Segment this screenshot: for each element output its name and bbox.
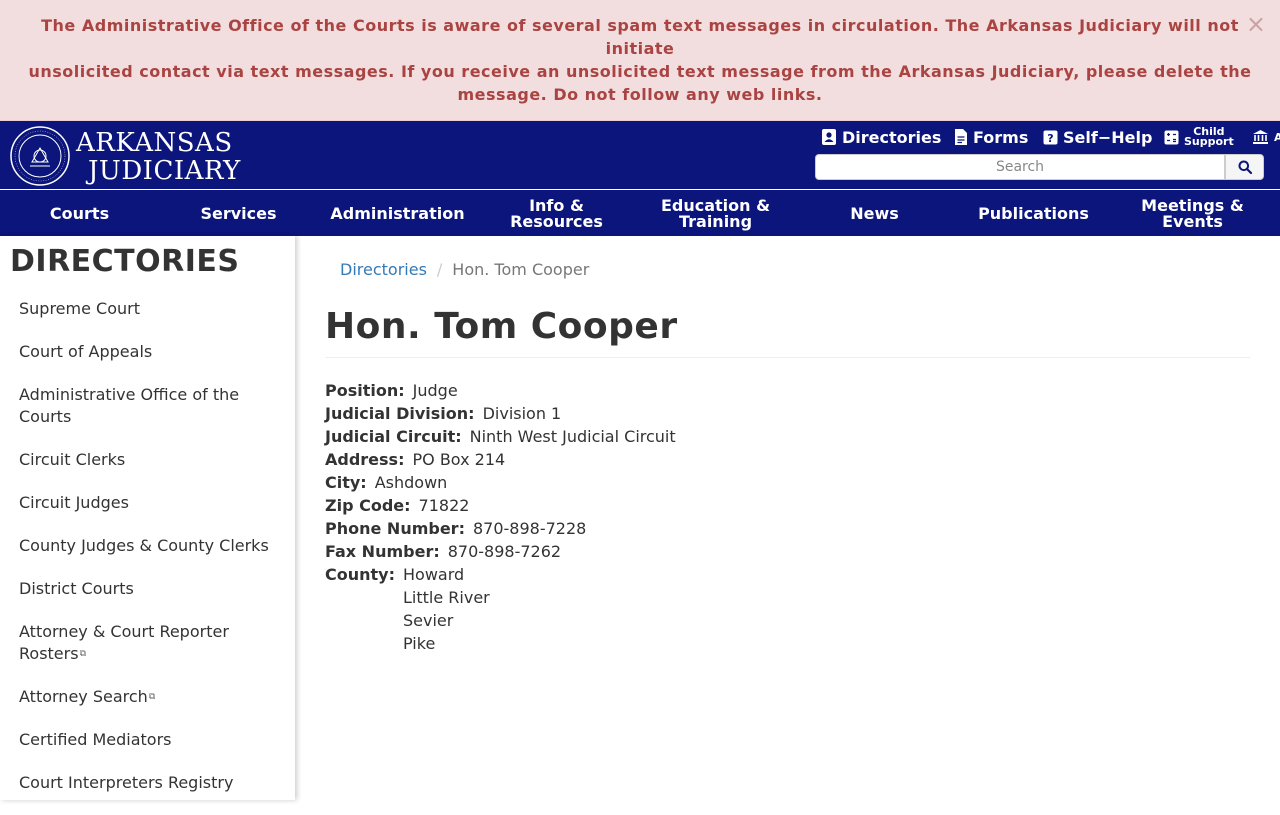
directory-icon xyxy=(822,129,836,145)
courthouse-icon xyxy=(1253,130,1268,144)
sidebar-item-court-of-appeals[interactable]: Court of Appeals xyxy=(19,341,279,363)
breadcrumb-directories-link[interactable]: Directories xyxy=(340,260,427,279)
sidebar-item-circuit-judges[interactable]: Circuit Judges xyxy=(19,492,279,514)
util-link-label: Forms xyxy=(973,127,1029,147)
sidebar-list: Supreme Court Court of Appeals Administr… xyxy=(19,298,279,815)
detail-label: City: xyxy=(325,473,367,492)
alert-line: unsolicited contact via text messages. I… xyxy=(28,62,1252,81)
util-link-label: A xyxy=(1274,130,1280,144)
nav-info-resources[interactable]: Info & Resources xyxy=(477,191,636,236)
search-icon xyxy=(1238,160,1252,174)
county-value: Sevier xyxy=(403,611,454,630)
sidebar-item-attorney-search[interactable]: Attorney Search⧉ xyxy=(19,686,279,708)
detail-value: 870-898-7228 xyxy=(472,519,587,538)
search-input[interactable] xyxy=(815,154,1225,180)
detail-row-phone: Phone Number: 870-898-7228 xyxy=(325,517,676,540)
detail-value: PO Box 214 xyxy=(412,450,506,469)
detail-label: Address: xyxy=(325,450,405,469)
site-logo-text[interactable]: ARKANSAS JUDICIARY xyxy=(76,129,241,185)
sidebar-item-label: Attorney Search xyxy=(19,687,148,706)
detail-label: County: xyxy=(325,565,395,584)
nav-publications[interactable]: Publications xyxy=(954,191,1113,236)
detail-row-fax: Fax Number: 870-898-7262 xyxy=(325,540,676,563)
sidebar-item-district-courts[interactable]: District Courts xyxy=(19,578,279,600)
alert-message: The Administrative Office of the Courts … xyxy=(20,14,1260,106)
breadcrumb-separator: / xyxy=(436,260,443,279)
spam-alert-banner: The Administrative Office of the Courts … xyxy=(0,0,1280,121)
breadcrumb-current: Hon. Tom Cooper xyxy=(452,260,590,279)
util-link-courthouse[interactable]: A xyxy=(1252,127,1280,147)
county-value: Little River xyxy=(403,588,490,607)
detail-value: 71822 xyxy=(418,496,470,515)
detail-row-division: Judicial Division: Division 1 xyxy=(325,402,676,425)
county-list: Howard Little River Sevier Pike xyxy=(403,563,490,655)
detail-label: Judicial Division: xyxy=(325,404,475,423)
directories-sidebar: DIRECTORIES Supreme Court Court of Appea… xyxy=(0,236,295,800)
util-link-child-support[interactable]: Child Support xyxy=(1164,126,1234,148)
title-divider xyxy=(325,357,1250,358)
breadcrumb: Directories / Hon. Tom Cooper xyxy=(340,260,589,279)
detail-value: Ashdown xyxy=(374,473,448,492)
logo-line: JUDICIARY xyxy=(88,156,241,186)
util-link-self-help[interactable]: ? Self−Help xyxy=(1043,127,1152,147)
detail-row-position: Position: Judge xyxy=(325,379,676,402)
util-link-forms[interactable]: Forms xyxy=(954,127,1028,147)
sidebar-item-label: Attorney & Court Reporter Rosters xyxy=(19,622,229,663)
external-link-icon: ⧉ xyxy=(79,649,86,659)
util-link-label: Directories xyxy=(842,127,942,147)
county-value: Pike xyxy=(403,634,436,653)
close-icon[interactable]: × xyxy=(1246,12,1266,36)
site-header: ARKANSAS JUDICIARY Directories Forms ? S… xyxy=(0,121,1280,236)
detail-row-circuit: Judicial Circuit: Ninth West Judicial Cir… xyxy=(325,425,676,448)
alert-line: message. Do not follow any web links. xyxy=(457,85,823,104)
detail-value: 870-898-7262 xyxy=(447,542,562,561)
main-nav: Courts Services Administration Info & Re… xyxy=(0,191,1280,236)
detail-row-zip: Zip Code: 71822 xyxy=(325,494,676,517)
search-button[interactable] xyxy=(1225,154,1264,180)
nav-meetings-events[interactable]: Meetings & Events xyxy=(1113,191,1272,236)
sidebar-item-aoc[interactable]: Administrative Office of the Courts xyxy=(19,384,279,428)
detail-label: Judicial Circuit: xyxy=(325,427,462,446)
external-link-icon: ⧉ xyxy=(148,692,156,702)
nav-courts[interactable]: Courts xyxy=(0,191,159,236)
sidebar-item-certified-mediators[interactable]: Certified Mediators xyxy=(19,729,279,751)
county-value: Howard xyxy=(403,565,465,584)
detail-row-county: County: Howard Little River Sevier Pike xyxy=(325,563,676,655)
sidebar-item-circuit-clerks[interactable]: Circuit Clerks xyxy=(19,449,279,471)
page-title: Hon. Tom Cooper xyxy=(325,306,678,347)
util-link-label: Self−Help xyxy=(1063,127,1153,147)
detail-value: Ninth West Judicial Circuit xyxy=(469,427,676,446)
calculator-icon xyxy=(1164,130,1179,144)
svg-text:?: ? xyxy=(1047,132,1053,145)
detail-label: Fax Number: xyxy=(325,542,440,561)
util-link-label: Support xyxy=(1184,135,1234,148)
logo-line: ARKANSAS xyxy=(76,128,233,158)
util-link-directories[interactable]: Directories xyxy=(821,127,941,147)
sidebar-item-county-judges-clerks[interactable]: County Judges & County Clerks xyxy=(19,535,279,557)
sidebar-item-supreme-court[interactable]: Supreme Court xyxy=(19,298,279,320)
nav-divider xyxy=(0,189,1280,190)
sidebar-item-interpreters-registry[interactable]: Court Interpreters Registry xyxy=(19,772,279,794)
nav-administration[interactable]: Administration xyxy=(318,191,477,236)
detail-value: Division 1 xyxy=(482,404,562,423)
alert-line: The Administrative Office of the Courts … xyxy=(41,16,1239,58)
sidebar-title: DIRECTORIES xyxy=(10,244,240,279)
detail-row-city: City: Ashdown xyxy=(325,471,676,494)
detail-label: Phone Number: xyxy=(325,519,465,538)
document-icon xyxy=(955,129,967,145)
nav-news[interactable]: News xyxy=(795,191,954,236)
sidebar-item-attorney-rosters[interactable]: Attorney & Court Reporter Rosters⧉ xyxy=(19,621,279,665)
detail-row-address: Address: PO Box 214 xyxy=(325,448,676,471)
court-seal-logo[interactable] xyxy=(10,126,70,186)
detail-value: Judge xyxy=(412,381,458,400)
detail-label: Zip Code: xyxy=(325,496,411,515)
nav-services[interactable]: Services xyxy=(159,191,318,236)
detail-label: Position: xyxy=(325,381,405,400)
help-icon: ? xyxy=(1043,130,1058,145)
judge-details: Position: Judge Judicial Division: Divisio… xyxy=(325,379,676,655)
nav-education-training[interactable]: Education & Training xyxy=(636,191,795,236)
